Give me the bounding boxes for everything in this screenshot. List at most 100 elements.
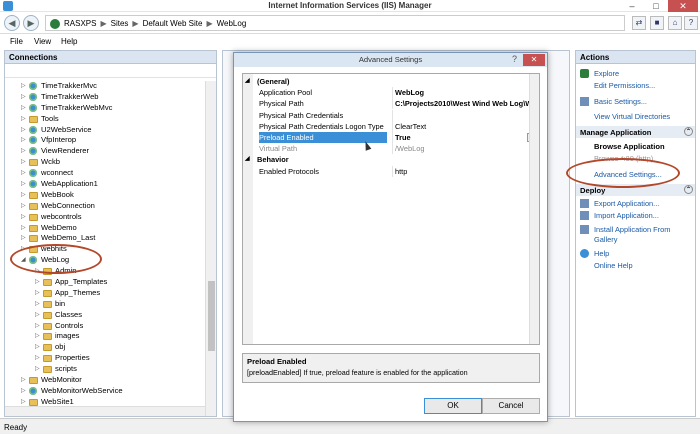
help-icon[interactable]: ? <box>684 16 698 30</box>
ok-button[interactable]: OK <box>424 398 482 414</box>
tree-item[interactable]: ▷ ViewRenderer <box>5 146 205 157</box>
collapse-arrow-icon[interactable]: ◢ <box>245 154 250 165</box>
expand-arrow-icon[interactable]: ▷ <box>21 223 28 234</box>
breadcrumb[interactable]: RASXPS ▶ Sites ▶ Default Web Site ▶ WebLog <box>45 15 625 31</box>
breadcrumb-item[interactable]: WebLog <box>217 19 247 28</box>
tree-item[interactable]: ▷ wconnect <box>5 168 205 179</box>
tree-item[interactable]: ▷ App_Templates <box>5 277 205 288</box>
install-from-gallery-link[interactable]: Install Application From Gallery <box>594 225 690 244</box>
expand-arrow-icon[interactable]: ▷ <box>35 299 42 310</box>
tree-item[interactable]: ▷ WebBook <box>5 190 205 201</box>
expand-arrow-icon[interactable]: ▷ <box>21 81 28 92</box>
expand-arrow-icon[interactable]: ▷ <box>35 310 42 321</box>
tree-item[interactable]: ▷ Properties <box>5 353 205 364</box>
expand-arrow-icon[interactable]: ▷ <box>21 386 28 397</box>
grid-property-row[interactable]: Enabled Protocols http <box>243 165 539 177</box>
expand-arrow-icon[interactable]: ▷ <box>21 157 28 168</box>
maximize-button[interactable]: □ <box>644 0 668 12</box>
minimize-button[interactable]: – <box>620 0 644 12</box>
tree-item[interactable]: ▷ bin <box>5 299 205 310</box>
tree-item[interactable]: ▷ images <box>5 331 205 342</box>
tree-item[interactable]: ▷ Classes <box>5 310 205 321</box>
edit-permissions-link[interactable]: Edit Permissions... <box>594 81 655 90</box>
dialog-close-button[interactable]: ✕ <box>523 54 545 66</box>
tree-item[interactable]: ▷ WebApplication1 <box>5 179 205 190</box>
tree-item[interactable]: ▷ WebConnection <box>5 201 205 212</box>
home-icon[interactable]: ⌂ <box>668 16 682 30</box>
forward-button[interactable]: ▶ <box>23 15 39 31</box>
tree-item[interactable]: ▷ TimeTrakkerMvc <box>5 81 205 92</box>
expand-arrow-icon[interactable]: ▷ <box>35 288 42 299</box>
explore-link[interactable]: Explore <box>594 69 619 78</box>
expand-arrow-icon[interactable]: ▷ <box>35 342 42 353</box>
tree-item[interactable]: ▷ WebDemo_Last <box>5 233 205 244</box>
grid-property-row[interactable]: Physical Path C:\Projects2010\West Wind W… <box>243 98 539 110</box>
property-value[interactable]: http <box>395 166 539 177</box>
property-value[interactable]: True <box>395 132 539 143</box>
tree-item[interactable]: ▷ WebDemo <box>5 223 205 234</box>
property-value[interactable]: ClearText <box>395 121 539 132</box>
property-value[interactable]: WebLog <box>395 87 539 98</box>
breadcrumb-item[interactable]: RASXPS <box>64 19 96 28</box>
collapse-icon[interactable]: ⌃ <box>684 185 693 194</box>
expand-arrow-icon[interactable]: ▷ <box>35 277 42 288</box>
expand-arrow-icon[interactable]: ▷ <box>21 135 28 146</box>
view-virtual-directories-link[interactable]: View Virtual Directories <box>594 112 670 121</box>
grid-property-row[interactable]: Physical Path Credentials Logon Type Clea… <box>243 120 539 132</box>
help-link[interactable]: Help <box>594 249 609 258</box>
tree-item[interactable]: ▷ TimeTrakkerWebMvc <box>5 103 205 114</box>
tree-item[interactable]: ▷ Tools <box>5 114 205 125</box>
menu-help[interactable]: Help <box>61 37 77 46</box>
tree-item[interactable]: ▷ WebMonitor <box>5 375 205 386</box>
tree-item[interactable]: ▷ Wckb <box>5 157 205 168</box>
expand-arrow-icon[interactable]: ▷ <box>21 114 28 125</box>
back-button[interactable]: ◀ <box>4 15 20 31</box>
grid-property-row[interactable]: Application Pool WebLog <box>243 87 539 99</box>
export-application-link[interactable]: Export Application... <box>594 199 659 208</box>
menu-view[interactable]: View <box>34 37 51 46</box>
expand-arrow-icon[interactable]: ▷ <box>21 92 28 103</box>
stop-icon[interactable]: ■ <box>650 16 664 30</box>
tree-item[interactable]: ▷ U2WebService <box>5 125 205 136</box>
expand-arrow-icon[interactable]: ▷ <box>21 168 28 179</box>
import-application-link[interactable]: Import Application... <box>594 211 659 220</box>
basic-settings-link[interactable]: Basic Settings... <box>594 97 647 106</box>
connect-icon[interactable]: ⇄ <box>632 16 646 30</box>
expand-arrow-icon[interactable]: ▷ <box>21 146 28 157</box>
tree-item[interactable]: ▷ scripts <box>5 364 205 375</box>
expand-arrow-icon[interactable]: ▷ <box>21 233 28 244</box>
tree-item[interactable]: ▷ VfpInterop <box>5 135 205 146</box>
tree-item[interactable]: ▷ Controls <box>5 321 205 332</box>
expand-arrow-icon[interactable]: ▷ <box>35 321 42 332</box>
menu-file[interactable]: File <box>10 37 23 46</box>
breadcrumb-item[interactable]: Sites <box>111 19 129 28</box>
dialog-help-button[interactable]: ? <box>512 54 517 64</box>
grid-scrollbar[interactable] <box>529 74 539 344</box>
tree-item[interactable]: ▷ obj <box>5 342 205 353</box>
expand-arrow-icon[interactable]: ▷ <box>35 331 42 342</box>
collapse-arrow-icon[interactable]: ◢ <box>245 76 250 87</box>
grid-property-row[interactable]: Physical Path Credentials <box>243 109 539 121</box>
tree-h-scrollbar[interactable] <box>5 406 205 416</box>
expand-arrow-icon[interactable]: ▷ <box>21 190 28 201</box>
cancel-button[interactable]: Cancel <box>482 398 540 414</box>
close-window-button[interactable]: ✕ <box>668 0 698 12</box>
online-help-link[interactable]: Online Help <box>594 261 633 270</box>
property-value[interactable]: /WebLog <box>395 143 539 154</box>
expand-arrow-icon[interactable]: ▷ <box>21 103 28 114</box>
collapse-icon[interactable]: ⌃ <box>684 127 693 136</box>
tree-item[interactable]: ▷ App_Themes <box>5 288 205 299</box>
expand-arrow-icon[interactable]: ▷ <box>21 212 28 223</box>
expand-arrow-icon[interactable]: ▷ <box>21 201 28 212</box>
expand-arrow-icon[interactable]: ▷ <box>35 353 42 364</box>
breadcrumb-item[interactable]: Default Web Site <box>143 19 203 28</box>
grid-property-row[interactable]: Preload EnabledTrue▼ <box>243 132 539 143</box>
expand-arrow-icon[interactable]: ▷ <box>21 125 28 136</box>
property-value[interactable]: C:\Projects2010\West Wind Web Log\WebLog <box>395 98 539 109</box>
expand-arrow-icon[interactable]: ▷ <box>21 375 28 386</box>
grid-property-row[interactable]: Virtual Path/WebLog <box>243 143 539 155</box>
tree-item[interactable]: ▷ TimeTrakkerWeb <box>5 92 205 103</box>
tree-item[interactable]: ▷ WebMonitorWebService <box>5 386 205 397</box>
scrollbar-thumb[interactable] <box>208 281 215 351</box>
expand-arrow-icon[interactable]: ▷ <box>35 364 42 375</box>
